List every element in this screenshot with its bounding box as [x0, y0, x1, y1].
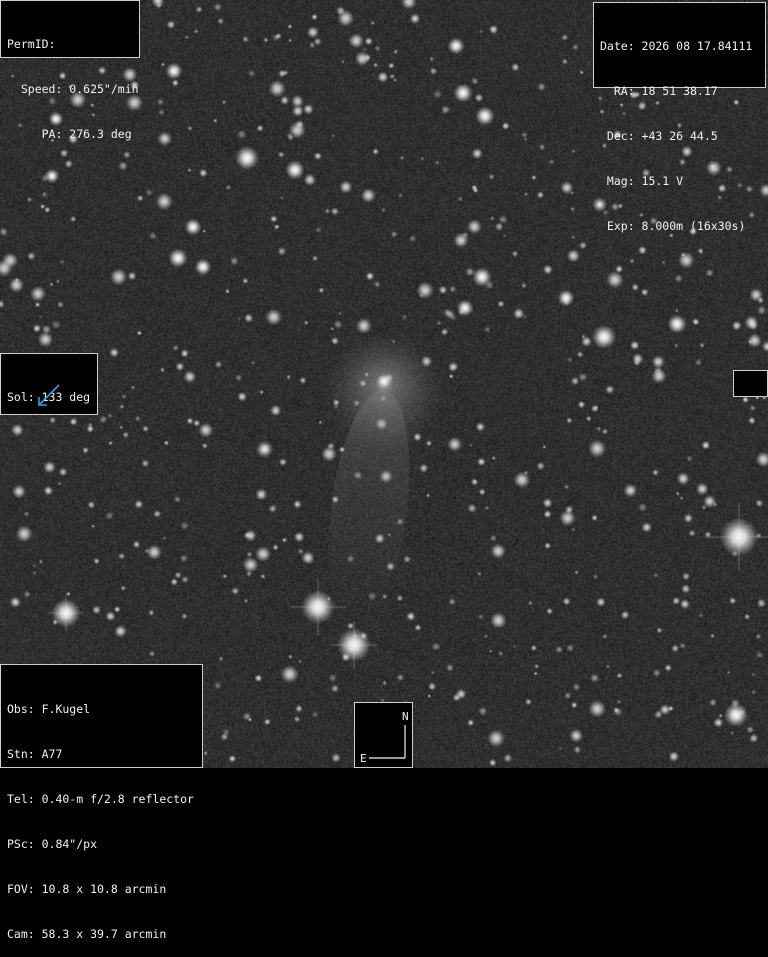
placeholder-panel: ---: [733, 370, 768, 404]
camera-readout: Cam: 58.3 x 39.7 arcmin: [7, 927, 167, 941]
magnitude-readout: Mag: 15.1 V: [600, 174, 684, 188]
position-angle-readout: PA: 276.3 deg: [7, 127, 132, 141]
north-label: N: [402, 710, 409, 723]
ra-readout: RA: 18 51 38.17: [600, 84, 718, 98]
station-readout: Stn: A77: [7, 747, 63, 761]
speed-readout: Speed: 0.625"/min: [7, 82, 139, 96]
field-of-view-readout: FOV: 10.8 x 10.8 arcmin: [7, 882, 167, 896]
dec-readout: Dec: +43 26 44.5: [600, 129, 718, 143]
placeholder-text: ---: [753, 390, 768, 404]
solar-direction-panel: Sol: 133 deg: [0, 353, 98, 415]
exposure-readout: Exp: 8.000m (16x30s): [600, 219, 746, 233]
permid-label: PermID:: [7, 37, 56, 51]
permid-panel: PermID: Speed: 0.625"/min PA: 276.3 deg: [0, 0, 140, 141]
arrow-down-left-icon: [38, 384, 60, 406]
observer-panel: Obs: F.Kugel Stn: A77 Tel: 0.40-m f/2.8 …: [0, 664, 203, 941]
ephemeris-panel: Date: 2026 08 17.84111 RA: 18 51 38.17 D…: [593, 2, 766, 233]
orientation-compass-panel: N E: [354, 702, 413, 768]
east-label: E: [360, 752, 367, 765]
telescope-readout: Tel: 0.40-m f/2.8 reflector: [7, 792, 194, 806]
observer-readout: Obs: F.Kugel: [7, 702, 91, 716]
pixel-scale-readout: PSc: 0.84"/px: [7, 837, 98, 851]
date-readout: Date: 2026 08 17.84111: [600, 39, 753, 53]
